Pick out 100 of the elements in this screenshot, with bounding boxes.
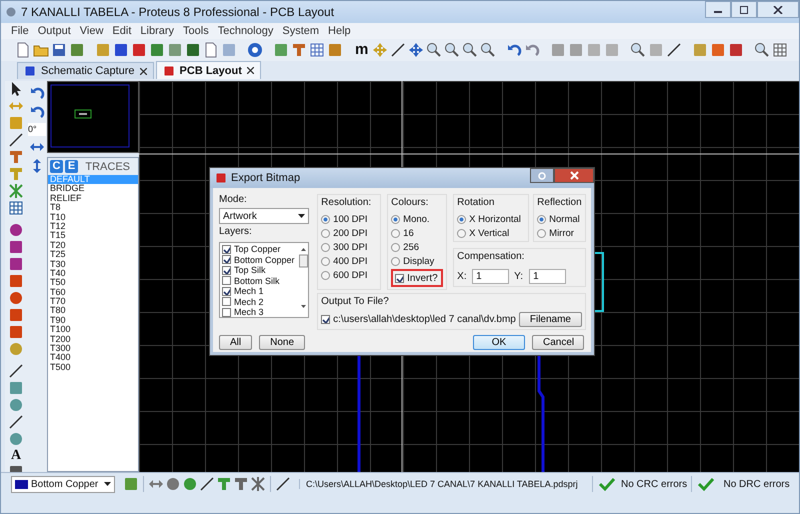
magnifier-icon[interactable] [480,42,496,58]
layer-label[interactable]: Bottom Silk [234,276,280,286]
menu-item[interactable]: File [11,25,29,37]
square-icon[interactable] [728,42,744,58]
tab[interactable]: PCB Layout [156,61,261,79]
diagonal-line-icon[interactable] [390,42,406,58]
checkbox[interactable] [222,297,231,306]
square-icon[interactable] [167,42,183,58]
checkbox[interactable] [222,244,231,254]
radio-option[interactable]: Mono. [391,213,444,225]
input-field[interactable]: 1 [472,269,510,284]
curved-arrow-icon[interactable] [524,42,540,58]
invert-option[interactable]: Invert? [391,269,444,287]
checkbox[interactable] [222,286,231,296]
maximize-button[interactable] [731,1,757,18]
checkbox[interactable] [222,308,231,317]
trace-item[interactable]: T500 [48,362,138,372]
trace-item[interactable]: T70 [48,297,138,306]
square-icon[interactable] [273,42,289,58]
trace-item[interactable]: RELIEF [48,194,138,204]
curved-arrow-icon[interactable] [506,42,522,58]
square-icon[interactable] [8,239,24,255]
dialog-button[interactable]: All [219,335,252,350]
trace-item[interactable]: T10 [48,212,138,222]
square-icon[interactable] [8,273,24,289]
square-icon[interactable] [8,307,24,323]
dialog-button[interactable]: OK [473,335,525,350]
radio-option[interactable]: 16 [391,227,444,239]
cross-icon[interactable] [8,183,24,199]
checkbox[interactable] [222,266,231,275]
radio-option[interactable]: 400 DPI [321,255,378,267]
menu-item[interactable]: Library [140,25,174,37]
close-icon[interactable] [246,67,254,74]
t-shape-icon[interactable] [8,149,24,165]
square-icon[interactable] [69,42,85,58]
checkbox[interactable] [222,276,231,286]
grid-icon[interactable] [772,42,788,58]
rotation-field[interactable]: 0° [28,123,46,136]
magnifier-icon[interactable] [754,42,770,58]
menu-item[interactable]: Technology [218,25,274,37]
grid-icon[interactable] [309,42,325,58]
menu-item[interactable]: Edit [112,25,132,37]
magnifier-icon[interactable] [426,42,442,58]
trace-item[interactable]: T15 [48,231,138,241]
panel-button[interactable]: C [50,160,63,173]
trace-item[interactable]: T12 [48,222,138,232]
page-icon[interactable] [203,42,219,58]
diagonal-line-icon[interactable] [199,476,215,492]
radio-option[interactable]: X Vertical [457,227,526,239]
circle-icon[interactable] [8,290,24,306]
diagonal-line-icon[interactable] [8,132,24,148]
square-icon[interactable] [113,42,129,58]
menu-item[interactable]: View [80,25,104,37]
layer-label[interactable]: Bottom Copper [234,254,295,265]
dialog-button[interactable]: None [259,335,306,350]
trace-item[interactable]: BRIDGE [48,184,138,194]
circle-icon[interactable] [165,476,181,492]
close-button[interactable] [757,1,799,18]
layer-dropdown[interactable]: Bottom Copper [11,476,115,492]
mode-dropdown[interactable]: Artwork [219,208,310,224]
trace-item[interactable]: T25 [48,250,138,260]
menu-item[interactable]: Help [328,25,351,37]
grid-icon[interactable] [8,200,24,216]
layer-label[interactable]: Mech 1 [234,286,264,296]
m-glyph-button[interactable]: m [353,42,370,58]
trace-item[interactable]: T60 [48,288,138,298]
trace-item[interactable]: T80 [48,306,138,316]
magnifier-icon[interactable] [630,42,646,58]
trace-item[interactable]: T8 [48,203,138,213]
square-icon[interactable] [131,42,147,58]
trace-item[interactable]: T40 [48,268,138,278]
layer-label[interactable]: Top Silk [234,265,266,276]
diagonal-line-icon[interactable] [666,42,682,58]
diagonal-line-icon[interactable] [275,476,291,492]
cross-icon[interactable] [250,476,266,492]
minimize-button[interactable] [705,1,731,18]
square-icon[interactable] [710,42,726,58]
trace-item[interactable]: T400 [48,353,138,363]
circle-icon[interactable] [8,222,24,238]
layer-label[interactable]: Top Copper [234,244,281,254]
input-field[interactable]: 1 [529,269,566,284]
trace-item[interactable]: T100 [48,325,138,335]
checkbox[interactable] [395,274,404,282]
trace-item[interactable]: T90 [48,316,138,326]
square-icon[interactable] [123,476,139,492]
trace-item[interactable]: T50 [48,278,138,288]
diagonal-line-icon[interactable] [8,414,24,430]
radio-option[interactable]: Normal [537,213,582,225]
close-icon[interactable] [140,68,147,74]
square-icon[interactable] [327,42,343,58]
checkbox[interactable] [222,255,231,264]
radio-option[interactable]: 200 DPI [321,227,378,239]
checkbox[interactable] [321,315,330,324]
magnifier-icon[interactable] [444,42,460,58]
square-icon[interactable] [185,42,201,58]
help-button[interactable] [530,168,554,183]
dialog-button[interactable]: Cancel [532,335,584,350]
t-shape-icon[interactable] [291,42,307,58]
menu-item[interactable]: Tools [183,25,209,37]
menu-item[interactable]: Output [38,25,71,37]
